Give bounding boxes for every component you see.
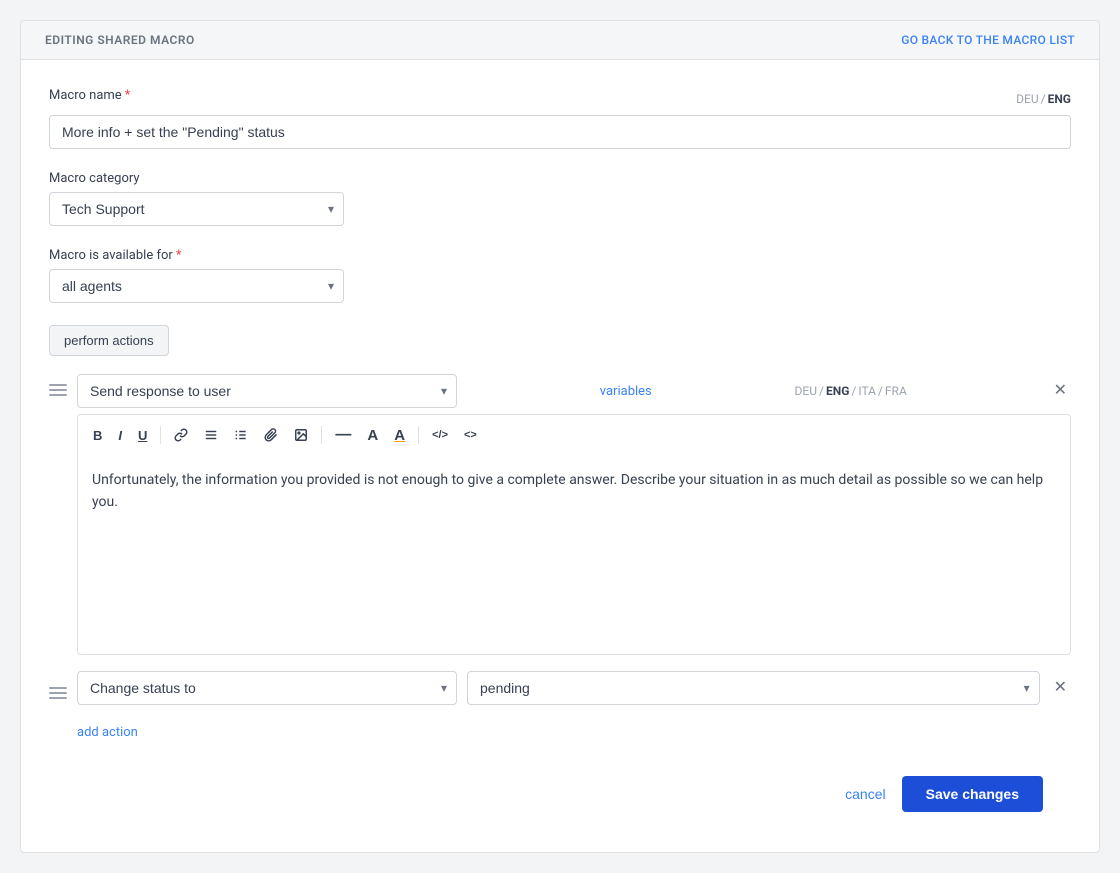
drag-line-4: [49, 687, 67, 689]
macro-category-select-wrapper: Tech Support Sales Billing ▾: [49, 192, 344, 226]
macro-name-group: Macro name * DEU / ENG: [49, 88, 1071, 149]
code-block-button[interactable]: <>: [459, 426, 482, 444]
font-color-button[interactable]: A: [389, 424, 410, 447]
response-editor[interactable]: Unfortunately, the information you provi…: [77, 455, 1071, 655]
toolbar-divider-2: [321, 426, 322, 444]
font-size-button[interactable]: A: [362, 424, 383, 447]
editor-toolbar: B I U: [77, 414, 1071, 455]
status-value-wrapper: pending open solved on-hold ▾: [467, 671, 1040, 705]
macro-available-select[interactable]: all agents specific agents: [49, 269, 344, 303]
close-response-action-button[interactable]: ✕: [1050, 381, 1071, 401]
lang-eng-2[interactable]: ENG: [826, 384, 849, 398]
top-bar-title: EDITING SHARED MACRO: [45, 33, 195, 47]
page-container: EDITING SHARED MACRO GO BACK TO THE MACR…: [20, 20, 1100, 853]
macro-available-label: Macro is available for *: [49, 248, 1071, 263]
lang-ita[interactable]: ITA: [858, 384, 876, 398]
close-status-action-button[interactable]: ✕: [1050, 678, 1071, 698]
send-response-select[interactable]: Send response to user: [77, 374, 457, 408]
footer-bar: cancel Save changes: [49, 756, 1071, 832]
change-status-action-row: Change status to ▾ pending open solved o…: [49, 671, 1071, 705]
drag-handle-1[interactable]: [49, 374, 67, 396]
send-response-action-row: Send response to user ▾ variables DEU / …: [49, 374, 1071, 655]
lang-deu[interactable]: DEU: [1016, 92, 1038, 106]
link-button[interactable]: [169, 425, 193, 445]
attachment-button[interactable]: [259, 425, 283, 445]
main-content: Macro name * DEU / ENG Macro category Te…: [21, 60, 1099, 852]
variables-link[interactable]: variables: [600, 384, 652, 399]
cancel-button[interactable]: cancel: [845, 786, 885, 802]
toolbar-divider-3: [418, 426, 419, 444]
action-meta-row-1: Send response to user ▾ variables DEU / …: [77, 374, 1071, 408]
required-star: *: [125, 88, 131, 103]
italic-button[interactable]: I: [113, 425, 127, 446]
macro-available-select-wrapper: all agents specific agents ▾: [49, 269, 344, 303]
status-value-select[interactable]: pending open solved on-hold: [467, 671, 1040, 705]
send-response-select-wrapper: Send response to user ▾: [77, 374, 457, 408]
top-bar: EDITING SHARED MACRO GO BACK TO THE MACR…: [21, 21, 1099, 60]
send-response-block: Send response to user ▾ variables DEU / …: [77, 374, 1071, 655]
macro-available-group: Macro is available for * all agents spec…: [49, 248, 1071, 303]
lang-sep1: /: [1041, 92, 1046, 106]
lang-fra[interactable]: FRA: [885, 384, 907, 398]
macro-category-select[interactable]: Tech Support Sales Billing: [49, 192, 344, 226]
drag-line-1: [49, 384, 67, 386]
drag-line-5: [49, 692, 67, 694]
add-action-container: add action: [49, 717, 1071, 740]
lang-switcher-response: DEU / ENG / ITA / FRA: [795, 384, 907, 398]
list-button[interactable]: [229, 425, 253, 445]
save-changes-button[interactable]: Save changes: [902, 776, 1043, 812]
lang-eng[interactable]: ENG: [1048, 92, 1071, 106]
macro-category-label: Macro category: [49, 171, 1071, 186]
drag-line-2: [49, 389, 67, 391]
macro-name-row: Macro name * DEU / ENG: [49, 88, 1071, 109]
hr-button[interactable]: —: [330, 423, 356, 447]
drag-line-6: [49, 697, 67, 699]
underline-button[interactable]: U: [133, 425, 152, 446]
lang-switcher-name: DEU / ENG: [1016, 92, 1071, 106]
change-status-select[interactable]: Change status to: [77, 671, 457, 705]
align-button[interactable]: [199, 425, 223, 445]
change-status-select-wrapper: Change status to ▾: [77, 671, 457, 705]
toolbar-divider-1: [160, 426, 161, 444]
drag-handle-2[interactable]: [49, 677, 67, 699]
required-star-2: *: [176, 248, 182, 263]
code-inline-button[interactable]: </>: [427, 426, 453, 444]
image-button[interactable]: [289, 425, 313, 445]
perform-actions-button[interactable]: perform actions: [49, 325, 169, 356]
back-to-macro-list-link[interactable]: GO BACK TO THE MACRO LIST: [901, 33, 1075, 47]
drag-line-3: [49, 394, 67, 396]
bold-button[interactable]: B: [88, 425, 107, 446]
add-action-link[interactable]: add action: [77, 725, 138, 740]
macro-name-input[interactable]: [49, 115, 1071, 149]
macro-name-label: Macro name *: [49, 88, 130, 103]
editor-content: Unfortunately, the information you provi…: [92, 472, 1043, 510]
macro-category-group: Macro category Tech Support Sales Billin…: [49, 171, 1071, 226]
lang-deu-2[interactable]: DEU: [795, 384, 817, 398]
